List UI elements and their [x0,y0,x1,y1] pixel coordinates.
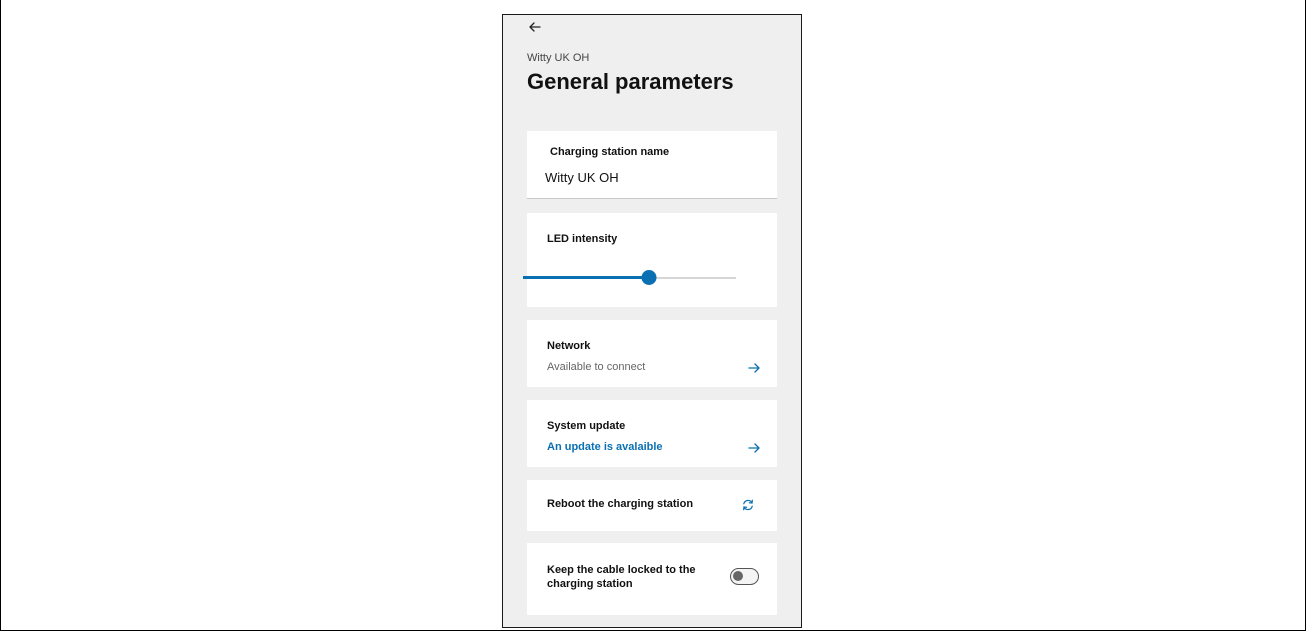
system-update-status: An update is avalaible [547,441,663,453]
arrow-left-icon[interactable] [527,19,543,35]
system-update-label: System update [547,420,626,432]
network-status: Available to connect [547,361,646,373]
station-name-label: Charging station name [550,146,670,158]
arrow-right-icon [748,363,760,373]
cable-lock-card: Keep the cable locked to the charging st… [527,543,777,615]
network-card[interactable]: Network Available to connect [527,320,777,387]
reboot-card[interactable]: Reboot the charging station [527,480,777,531]
station-name-field[interactable] [545,170,757,185]
slider-thumb[interactable] [641,270,657,285]
phone-screen: Witty UK OH General parameters Charging … [502,14,802,628]
cable-lock-toggle[interactable] [730,568,759,585]
page-title: General parameters [527,69,734,94]
station-name-card: Charging station name [527,131,777,199]
station-name-eyebrow: Witty UK OH [527,52,590,64]
network-label: Network [547,340,591,352]
led-intensity-label: LED intensity [547,233,618,245]
toggle-knob [733,571,743,581]
slider-fill [523,276,649,279]
led-intensity-card: LED intensity [527,213,777,307]
arrow-right-icon [748,443,760,453]
reboot-label: Reboot the charging station [547,498,694,510]
cable-lock-label: Keep the cable locked to the charging st… [547,564,696,590]
refresh-icon[interactable] [741,498,755,512]
led-intensity-slider[interactable] [523,270,736,286]
system-update-card[interactable]: System update An update is avalaible [527,400,777,467]
